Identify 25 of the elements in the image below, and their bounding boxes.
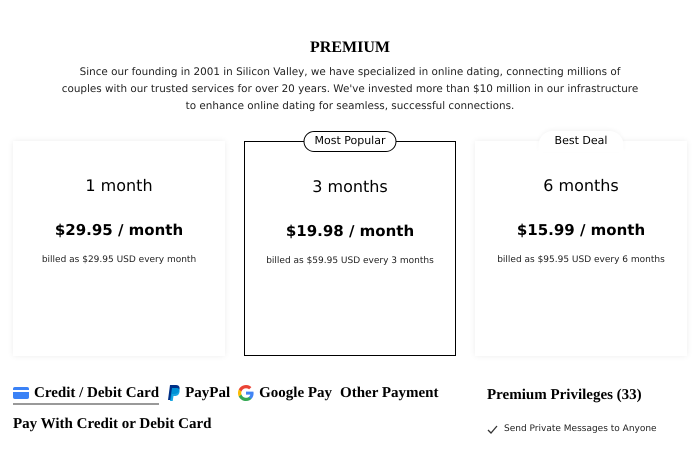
plan-duration: 6 months [543,175,619,197]
most-popular-badge: Most Popular [304,131,396,152]
payment-tab[interactable]: Other Payment [340,384,438,405]
google-icon [238,385,254,401]
plan-duration: 1 month [85,175,153,197]
plan-card[interactable]: 1 month $29.95 / month billed as $29.95 USD every month [13,141,225,356]
paypal-icon [167,385,180,401]
intro-paragraph: Since our founding in 2001 in Silicon Valley, we have specialized in online dating, connecting millions of couples with our trusted services for over 20 years. We've invested more than $10 million in our infrastructure to enhance online dating for seamless, successful connections. [60,65,640,114]
check-icon [487,424,498,434]
billing-note: billed as $29.95 USD every month [42,254,196,266]
payment-tab[interactable]: PayPal [167,384,230,405]
plan-price: $29.95 / month [54,220,184,241]
credit-card-icon [13,387,29,399]
privileges-title: Premium Privileges (33) [487,386,643,405]
plan-price: $15.99 / month [516,220,646,241]
plan-price: $19.98 / month [286,221,414,242]
page-title: PREMIUM [309,38,391,58]
best-deal-badge: Best Deal [538,131,624,152]
billing-note: billed as $59.95 USD every 3 months [266,254,434,268]
billing-note: billed as $95.95 USD every 6 months [497,254,665,266]
plan-duration: 3 months [312,176,388,198]
privilege-item: Send Private Messages to Anyone [504,422,657,436]
payment-tab[interactable]: Credit / Debit Card [13,384,160,405]
payment-heading: Pay With Credit or Debit Card [13,415,212,433]
payment-tab[interactable]: Google Pay [238,384,332,405]
